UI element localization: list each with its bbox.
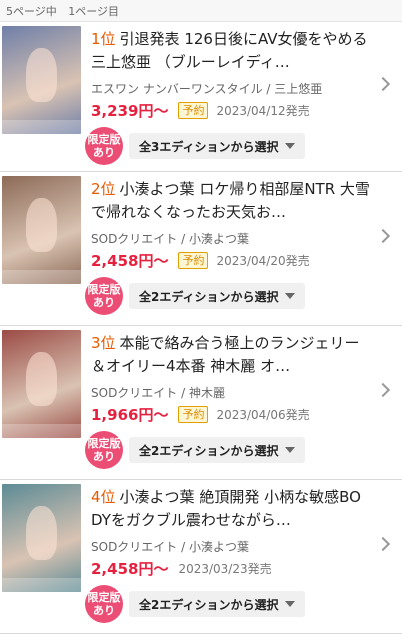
edition-row: 限定版 あり 全2エディションから選択	[85, 431, 402, 469]
price: 2,458円〜	[91, 251, 169, 270]
price-row: 2,458円〜 2023/03/23発売	[91, 557, 402, 579]
price-row: 3,239円〜 予約 2023/04/12発売	[91, 99, 402, 121]
dropdown-triangle-icon	[285, 293, 295, 299]
thumbnail-band	[2, 424, 81, 438]
limited-line-2: あり	[93, 296, 115, 309]
item-title[interactable]: 2位 小湊よつ葉 ロケ帰り相部屋NTR 大雪で帰れなくなったお天気お…	[91, 178, 402, 224]
maker-actress: SODクリエイト / 神木麗	[91, 386, 225, 400]
limited-line-2: あり	[93, 450, 115, 463]
release-date: 2023/04/20発売	[216, 253, 310, 268]
edition-select[interactable]: 全3エディションから選択	[129, 133, 305, 159]
edition-row: 限定版 あり 全2エディションから選択	[85, 585, 402, 623]
reservation-badge: 予約	[178, 251, 209, 269]
edition-row: 限定版 あり 全3エディションから選択	[85, 127, 402, 165]
release-date: 2023/04/06発売	[216, 407, 310, 422]
ranking-item[interactable]: 3位 本能で絡み合う極上のランジェリー＆オイリー4本番 神木麗 オ… SODクリエイ…	[0, 326, 402, 480]
limited-line-1: 限定版	[87, 437, 121, 450]
limited-edition-badge: 限定版 あり	[85, 277, 123, 315]
edition-select-label: 全2エディションから選択	[139, 443, 279, 458]
product-thumbnail[interactable]	[2, 330, 81, 438]
item-title[interactable]: 4位 小湊よつ葉 絶頂開発 小柄な敏感BODYをガクブル震わせながら…	[91, 486, 402, 532]
total-pages: 5ページ中	[6, 5, 57, 18]
title-text: 小湊よつ葉 絶頂開発 小柄な敏感BODYをガクブル震わせながら…	[91, 488, 361, 529]
product-thumbnail[interactable]	[2, 26, 81, 134]
price-row: 1,966円〜 予約 2023/04/06発売	[91, 403, 402, 425]
item-body: 4位 小湊よつ葉 絶頂開発 小柄な敏感BODYをガクブル震わせながら… SODクリエ…	[81, 480, 402, 633]
price-row: 2,458円〜 予約 2023/04/20発売	[91, 249, 402, 271]
product-thumbnail[interactable]	[2, 484, 81, 592]
edition-select-label: 全3エディションから選択	[139, 139, 279, 154]
product-thumbnail[interactable]	[2, 176, 81, 284]
item-body: 2位 小湊よつ葉 ロケ帰り相部屋NTR 大雪で帰れなくなったお天気お… SODクリエ…	[81, 172, 402, 325]
edition-select[interactable]: 全2エディションから選択	[129, 591, 305, 617]
dropdown-triangle-icon	[285, 447, 295, 453]
rank-label: 3位	[91, 334, 116, 352]
limited-edition-badge: 限定版 あり	[85, 431, 123, 469]
thumbnail-band	[2, 578, 81, 592]
price: 2,458円〜	[91, 559, 169, 578]
current-page: 1ページ目	[68, 5, 120, 18]
edition-select[interactable]: 全2エディションから選択	[129, 437, 305, 463]
item-title[interactable]: 3位 本能で絡み合う極上のランジェリー＆オイリー4本番 神木麗 オ…	[91, 332, 402, 378]
item-body: 1位 引退発表 126日後にAV女優をやめる三上悠亜 （ブルーレイディ… エスワン …	[81, 22, 402, 171]
dropdown-triangle-icon	[285, 601, 295, 607]
reservation-badge: 予約	[178, 405, 209, 423]
thumbnail-figure	[25, 197, 58, 252]
rank-label: 4位	[91, 488, 116, 506]
limited-line-2: あり	[93, 604, 115, 617]
limited-edition-badge: 限定版 あり	[85, 585, 123, 623]
limited-line-1: 限定版	[87, 591, 121, 604]
ranking-item[interactable]: 4位 小湊よつ葉 絶頂開発 小柄な敏感BODYをガクブル震わせながら… SODクリエ…	[0, 480, 402, 634]
release-date: 2023/03/23発売	[178, 561, 272, 576]
limited-line-1: 限定版	[87, 133, 121, 146]
pagination-info: 5ページ中 1ページ目	[0, 0, 402, 22]
limited-line-1: 限定版	[87, 283, 121, 296]
title-text: 本能で絡み合う極上のランジェリー＆オイリー4本番 神木麗 オ…	[91, 334, 360, 375]
item-body: 3位 本能で絡み合う極上のランジェリー＆オイリー4本番 神木麗 オ… SODクリエイ…	[81, 326, 402, 479]
ranking-item[interactable]: 1位 引退発表 126日後にAV女優をやめる三上悠亜 （ブルーレイディ… エスワン …	[0, 22, 402, 172]
thumbnail-figure	[25, 47, 58, 102]
ranking-list: 1位 引退発表 126日後にAV女優をやめる三上悠亜 （ブルーレイディ… エスワン …	[0, 22, 402, 634]
release-date: 2023/04/12発売	[216, 103, 310, 118]
dropdown-triangle-icon	[285, 143, 295, 149]
price: 3,239円〜	[91, 101, 169, 120]
thumbnail-band	[2, 120, 81, 134]
thumbnail-band	[2, 270, 81, 284]
edition-select-label: 全2エディションから選択	[139, 597, 279, 612]
thumbnail-figure	[25, 505, 58, 560]
limited-line-2: あり	[93, 146, 115, 159]
reservation-badge: 予約	[178, 101, 209, 119]
maker-actress: SODクリエイト / 小湊よつ葉	[91, 232, 249, 246]
rank-label: 1位	[91, 30, 116, 48]
title-text: 小湊よつ葉 ロケ帰り相部屋NTR 大雪で帰れなくなったお天気お…	[91, 180, 370, 221]
price: 1,966円〜	[91, 405, 169, 424]
maker-actress: エスワン ナンバーワンスタイル / 三上悠亜	[91, 82, 323, 96]
edition-select[interactable]: 全2エディションから選択	[129, 283, 305, 309]
rank-label: 2位	[91, 180, 116, 198]
limited-edition-badge: 限定版 あり	[85, 127, 123, 165]
ranking-item[interactable]: 2位 小湊よつ葉 ロケ帰り相部屋NTR 大雪で帰れなくなったお天気お… SODクリエ…	[0, 172, 402, 326]
edition-row: 限定版 あり 全2エディションから選択	[85, 277, 402, 315]
maker-actress: SODクリエイト / 小湊よつ葉	[91, 540, 249, 554]
edition-select-label: 全2エディションから選択	[139, 289, 279, 304]
item-title[interactable]: 1位 引退発表 126日後にAV女優をやめる三上悠亜 （ブルーレイディ…	[91, 28, 402, 74]
thumbnail-figure	[25, 351, 58, 406]
title-text: 引退発表 126日後にAV女優をやめる三上悠亜 （ブルーレイディ…	[91, 30, 368, 71]
